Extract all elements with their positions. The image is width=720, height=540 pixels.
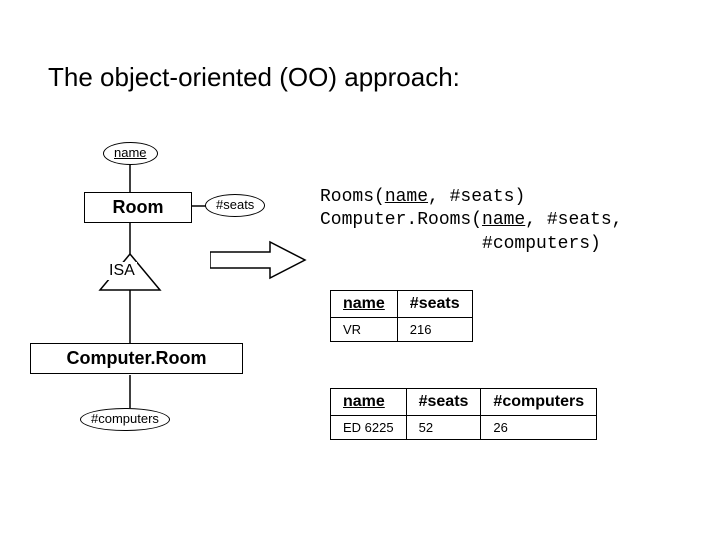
computer-room-entity-box: Computer.Room (30, 343, 243, 374)
t1-h1: #seats (397, 291, 472, 318)
t1-h0: name (343, 295, 385, 312)
page-title: The object-oriented (OO) approach: (48, 62, 460, 93)
attr-name-oval: name (103, 142, 158, 165)
t2-h2: #computers (481, 389, 597, 416)
t2-h0: name (343, 393, 385, 410)
attr-computers-oval: #computers (80, 408, 170, 431)
room-entity-box: Room (84, 192, 192, 223)
attr-name-label: name (114, 145, 147, 160)
isa-label: ISA (107, 262, 137, 280)
computer-rooms-table: name #seats #computers ED 6225 52 26 (330, 388, 597, 440)
table-row: ED 6225 52 26 (331, 416, 597, 440)
attr-seats-oval: #seats (205, 194, 265, 217)
rooms-table: name #seats VR 216 (330, 290, 473, 342)
relational-schema-text: Rooms(name, #seats) Computer.Rooms(name,… (320, 186, 622, 256)
table-row: VR 216 (331, 318, 473, 342)
arrow-icon (210, 240, 310, 280)
t2-h1: #seats (406, 389, 481, 416)
